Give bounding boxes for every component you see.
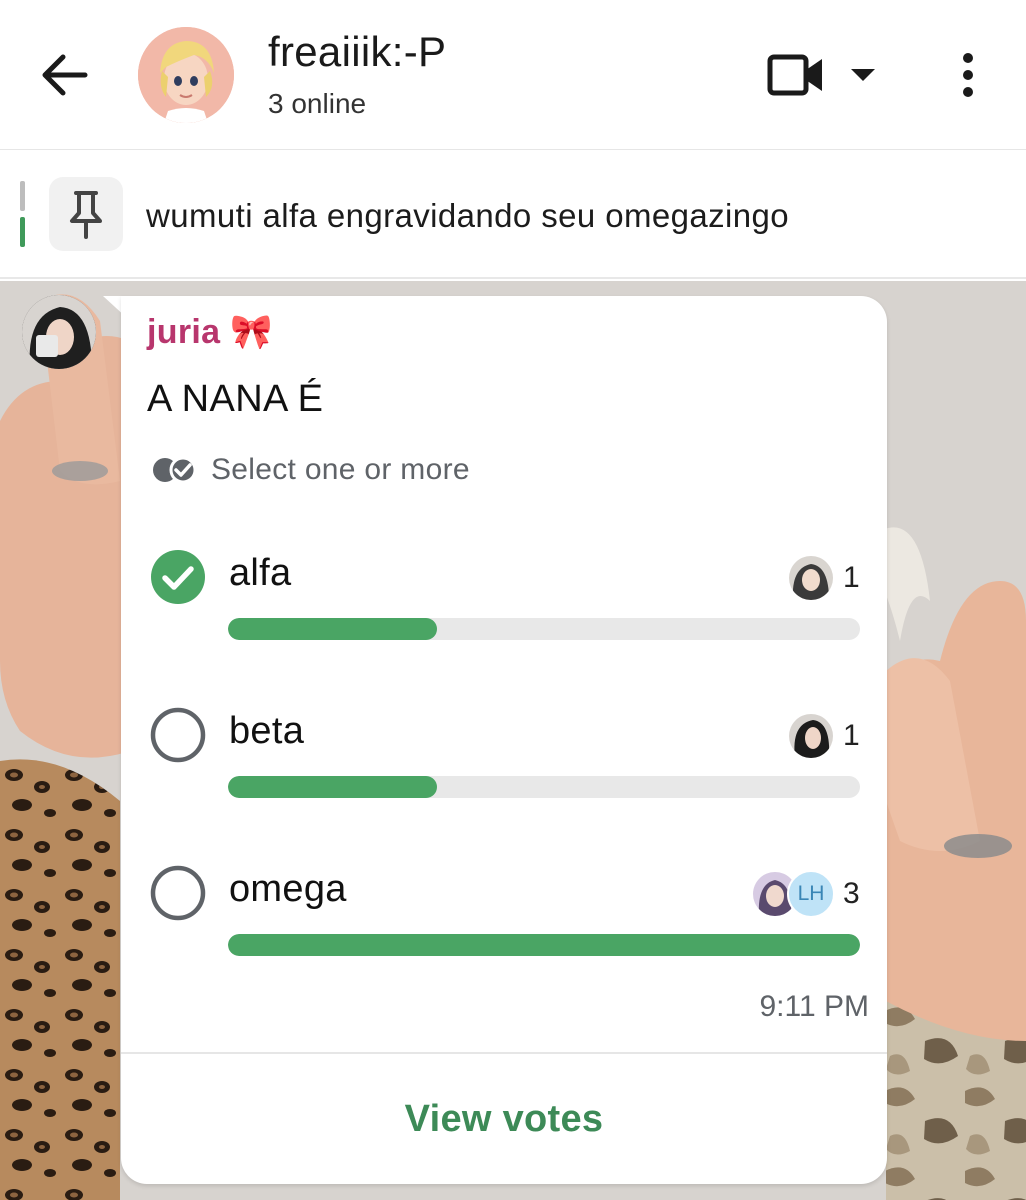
option-voters[interactable]: LH 3 — [751, 870, 861, 918]
vote-bar-fill — [228, 776, 437, 798]
sender-avatar-image — [22, 295, 96, 369]
online-status: 3 online — [268, 88, 367, 119]
vote-bar-track — [228, 618, 860, 640]
unchecked-circle-icon[interactable] — [149, 864, 207, 922]
pin-icon-container — [49, 177, 123, 251]
option-voters[interactable]: 1 — [787, 712, 861, 760]
vote-bar-track — [228, 934, 860, 956]
poll-question: A NANA É — [147, 378, 324, 420]
pinned-message-bar[interactable]: wumuti alfa engravidando seu omegazingo — [0, 151, 1026, 279]
video-camera-icon — [767, 54, 822, 96]
group-avatar[interactable] — [138, 27, 234, 123]
group-avatar-image — [138, 27, 234, 123]
voter-avatar — [787, 554, 835, 602]
unchecked-circle-icon[interactable] — [149, 706, 207, 764]
poll-message-bubble: juria 🎀 A NANA É Select one or more alfa… — [121, 296, 887, 1184]
option-label: beta — [229, 710, 305, 752]
option-voters[interactable]: 1 — [787, 554, 861, 602]
sender-name[interactable]: juria 🎀 — [147, 312, 273, 352]
vote-count: 1 — [843, 719, 860, 752]
poll-option-omega[interactable]: omega LH 3 — [149, 864, 861, 974]
back-button[interactable] — [30, 45, 100, 105]
option-label: alfa — [229, 552, 292, 594]
video-call-button[interactable] — [766, 48, 886, 102]
caret-down-icon — [851, 69, 875, 81]
arrow-left-icon — [42, 54, 88, 96]
vote-bar-track — [228, 776, 860, 798]
pinned-indicator — [20, 181, 25, 247]
pinned-message-text: wumuti alfa engravidando seu omegazingo — [146, 197, 790, 234]
option-label: omega — [229, 868, 347, 910]
more-options-button[interactable] — [946, 48, 990, 102]
chat-title[interactable]: freaiiik:-P — [268, 28, 446, 76]
poll-hint-text: Select one or more — [211, 453, 470, 486]
voter-avatar — [787, 712, 835, 760]
poll-option-beta[interactable]: beta 1 — [149, 706, 861, 816]
view-votes-label: View votes — [404, 1097, 604, 1140]
double-check-icon — [153, 456, 197, 484]
chat-header: freaiiik:-P 3 online — [0, 0, 1026, 150]
checked-circle-icon[interactable] — [149, 548, 207, 606]
message-timestamp: 9:11 PM — [759, 990, 870, 1023]
poll-hint: Select one or more — [151, 452, 470, 488]
poll-option-alfa[interactable]: alfa 1 — [149, 548, 861, 658]
vote-bar-fill — [228, 618, 437, 640]
view-votes-button[interactable]: View votes — [121, 1054, 887, 1184]
vote-count: 3 — [843, 877, 860, 910]
vote-bar-fill — [228, 934, 860, 956]
pin-icon — [70, 191, 102, 239]
sender-avatar[interactable] — [22, 295, 96, 369]
vote-count: 1 — [843, 561, 860, 594]
voter-initials-avatar: LH — [787, 870, 835, 918]
more-vertical-icon — [963, 53, 973, 97]
